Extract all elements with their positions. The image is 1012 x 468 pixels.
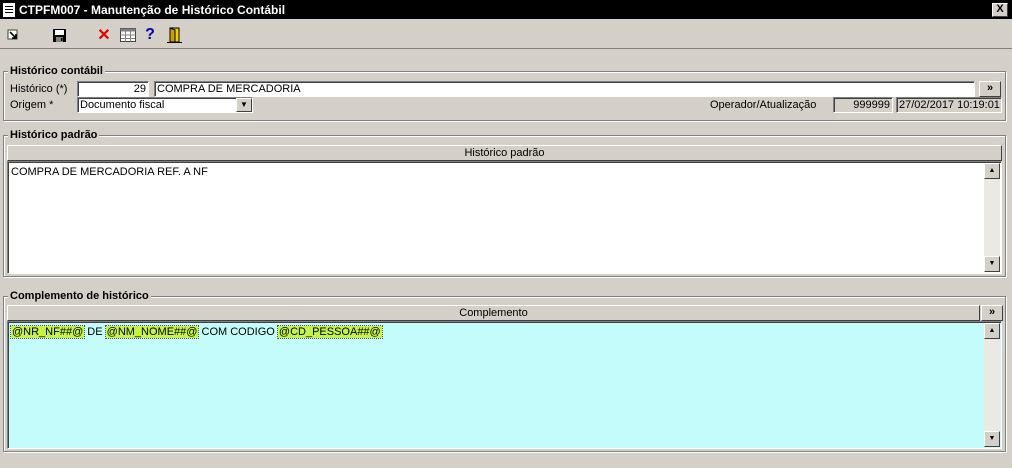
scroll-up-icon[interactable]: ▲: [984, 163, 1000, 179]
atualizacao-field: 27/02/2017 10:19:01: [896, 97, 1002, 113]
origem-label: Origem *: [10, 99, 54, 111]
complemento-expand-button[interactable]: »: [981, 305, 1003, 321]
door-icon[interactable]: [165, 26, 183, 44]
toolbar: ✕ ?: [0, 21, 1012, 49]
template-variable: @NR_NF##@: [9, 325, 86, 339]
scroll-down-icon[interactable]: ▼: [984, 256, 1000, 272]
complement-text: COM CODIGO: [198, 326, 278, 338]
historico-padrao-textarea[interactable]: COMPRA DE MERCADORIA REF. A NF ▲ ▼: [7, 161, 1002, 274]
operador-field: 999999: [833, 97, 893, 113]
app-icon: [3, 2, 15, 17]
title-bar: CTPFM007 - Manutenção de Histórico Contá…: [0, 0, 1012, 19]
historico-padrao-group: Histórico padrão Histórico padrão COMPRA…: [3, 128, 1006, 277]
historico-padrao-column-header[interactable]: Histórico padrão: [7, 145, 1002, 161]
delete-icon[interactable]: ✕: [95, 26, 113, 44]
origem-value: Documento fiscal: [80, 99, 165, 111]
toolbar-separator: [0, 48, 1012, 49]
grid-icon[interactable]: [119, 26, 137, 44]
help-icon[interactable]: ?: [141, 26, 159, 44]
group-title-historico-contabil: Histórico contábil: [8, 64, 105, 78]
close-button[interactable]: X: [992, 2, 1008, 17]
origem-select[interactable]: Documento fiscal: [77, 97, 253, 113]
window-title: CTPFM007 - Manutenção de Histórico Contá…: [19, 2, 286, 17]
historico-padrao-content: COMPRA DE MERCADORIA REF. A NF: [11, 166, 208, 178]
historico-contabil-group: Histórico contábil Histórico (*) 29 COMP…: [3, 64, 1006, 121]
historico-label: Histórico (*): [10, 83, 68, 95]
chevron-down-icon[interactable]: ▼: [236, 98, 252, 112]
save-icon[interactable]: [50, 26, 68, 44]
complemento-group: Complemento de histórico Complemento » @…: [3, 289, 1006, 452]
complemento-scrollbar[interactable]: ▲ ▼: [984, 323, 1000, 447]
template-variable: @NM_NOME##@: [104, 325, 200, 339]
historico-code-field[interactable]: 29: [77, 81, 149, 97]
historico-expand-button[interactable]: »: [979, 81, 1001, 97]
historico-padrao-scrollbar[interactable]: ▲ ▼: [984, 163, 1000, 272]
operador-label: Operador/Atualização: [710, 99, 817, 111]
complement-text: DE: [84, 326, 106, 338]
complemento-content: @NR_NF##@ DE @NM_NOME##@ COM CODIGO @CD_…: [9, 325, 383, 339]
complemento-column-header[interactable]: Complemento: [7, 305, 980, 321]
template-variable: @CD_PESSOA##@: [276, 325, 383, 339]
exit-icon[interactable]: [4, 26, 22, 44]
scroll-up-icon[interactable]: ▲: [984, 323, 1000, 339]
complemento-textarea[interactable]: @NR_NF##@ DE @NM_NOME##@ COM CODIGO @CD_…: [7, 321, 1002, 449]
group-title-complemento: Complemento de histórico: [8, 289, 151, 303]
scroll-down-icon[interactable]: ▼: [984, 431, 1000, 447]
historico-description-field[interactable]: COMPRA DE MERCADORIA: [154, 81, 975, 97]
group-title-historico-padrao: Histórico padrão: [8, 128, 100, 142]
